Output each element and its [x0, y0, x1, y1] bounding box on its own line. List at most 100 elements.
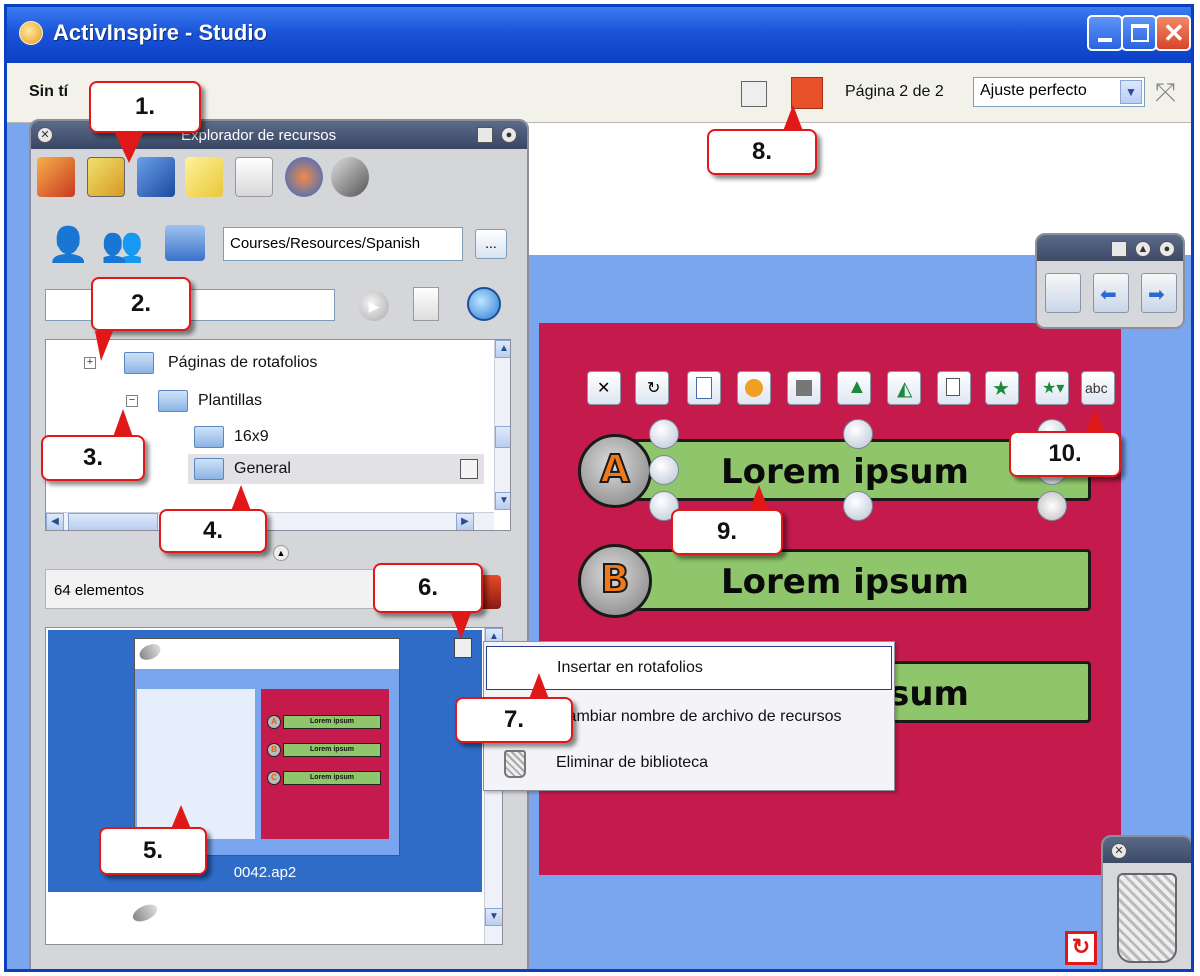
- toolbox-header[interactable]: ▲ ●: [1037, 235, 1183, 261]
- item-menu-icon[interactable]: [454, 638, 472, 658]
- folder-icon: [158, 390, 188, 412]
- resource-list[interactable]: A Lorem ipsum B Lorem ipsum C Lorem ipsu…: [45, 627, 503, 945]
- resource-item[interactable]: [48, 894, 482, 934]
- scroll-left-icon[interactable]: ◀: [46, 513, 64, 530]
- title-bar[interactable]: ActivInspire - Studio ✕: [7, 7, 1191, 63]
- callout-label: 7.: [503, 706, 524, 733]
- menu-icon[interactable]: [1111, 241, 1127, 257]
- selection-handle[interactable]: [649, 455, 679, 485]
- resource-path-field[interactable]: Courses/Resources/Spanish: [223, 227, 463, 261]
- network-resources-icon[interactable]: [165, 225, 205, 261]
- shared-resources-icon[interactable]: [87, 157, 125, 197]
- notes-icon[interactable]: [185, 157, 223, 197]
- scroll-right-icon[interactable]: ▶: [456, 513, 474, 530]
- pin-icon[interactable]: ●: [1159, 241, 1175, 257]
- flipchart-page[interactable]: ✕ ↻ ▲ ◭ ★ ★▾ abc Lorem ipsum A Lorem ips…: [539, 323, 1121, 875]
- page-list-icon[interactable]: [1045, 273, 1081, 313]
- my-resources-icon[interactable]: [37, 157, 75, 197]
- scroll-down-icon[interactable]: ▼: [495, 492, 510, 510]
- collapse-icon[interactable]: ▲: [1135, 241, 1151, 257]
- selection-handle[interactable]: [843, 419, 873, 449]
- pin-icon[interactable]: ●: [501, 127, 517, 143]
- duplicate-icon[interactable]: [937, 371, 971, 405]
- tree-item[interactable]: − Plantillas: [126, 386, 470, 416]
- properties-icon[interactable]: [235, 157, 273, 197]
- selection-handle[interactable]: [649, 419, 679, 449]
- callout-tail: [231, 485, 251, 511]
- spellcheck-label: abc: [1085, 380, 1108, 396]
- zoom-value: Ajuste perfecto: [980, 82, 1087, 99]
- callout-5: 5.: [99, 805, 207, 875]
- close-icon[interactable]: ✕: [37, 127, 53, 143]
- maximize-icon: [1131, 24, 1149, 42]
- mini-answer-letter: A: [267, 715, 281, 729]
- callout-label: 9.: [716, 518, 737, 545]
- minimize-icon: [1098, 38, 1112, 42]
- search-options-icon[interactable]: [413, 287, 439, 321]
- tree-scrollbar-horizontal[interactable]: ◀ ▶: [46, 512, 494, 530]
- spellcheck-icon[interactable]: abc: [1081, 371, 1115, 405]
- next-page-icon[interactable]: ➡: [1141, 273, 1177, 313]
- callout-10: 10.: [1009, 409, 1121, 477]
- maximize-button[interactable]: [1121, 15, 1157, 51]
- fullscreen-icon[interactable]: ⤧: [1155, 77, 1176, 109]
- flip-side-icon[interactable]: ◭: [887, 371, 921, 405]
- close-icon[interactable]: ✕: [1111, 843, 1127, 859]
- tree-item-selected[interactable]: General: [188, 454, 484, 484]
- reset-page-icon[interactable]: ↻: [1065, 931, 1097, 965]
- voice-record-icon[interactable]: [331, 157, 369, 197]
- answer-badge: B: [578, 544, 652, 618]
- selection-handle[interactable]: [843, 491, 873, 521]
- flip-up-icon[interactable]: ▲: [837, 371, 871, 405]
- menu-item-delete[interactable]: Eliminar de biblioteca: [486, 742, 892, 786]
- close-button[interactable]: ✕: [1155, 15, 1191, 51]
- callout-7: 7.: [455, 673, 573, 743]
- web-search-icon[interactable]: [467, 287, 501, 321]
- callout-tail: [113, 409, 133, 437]
- tree-item-label: General: [234, 460, 291, 477]
- scroll-down-icon[interactable]: ▼: [485, 908, 502, 926]
- activinspire-logo-icon: [130, 901, 160, 925]
- page-menu-icon[interactable]: [741, 81, 767, 107]
- tree-scrollbar-vertical[interactable]: ▲ ▼: [494, 340, 510, 510]
- layer-icon[interactable]: [787, 371, 821, 405]
- tree-item[interactable]: + Páginas de rotafolios: [84, 348, 472, 378]
- splitter-toggle-icon[interactable]: ▲: [273, 545, 289, 561]
- fill-icon[interactable]: [737, 371, 771, 405]
- actions-icon[interactable]: [285, 157, 323, 197]
- callout-9: 9.: [671, 485, 783, 555]
- previous-page-icon[interactable]: ⬅: [1093, 273, 1129, 313]
- zoom-select[interactable]: Ajuste perfecto ▼: [973, 77, 1145, 107]
- document-tab[interactable]: Sin tí: [29, 83, 68, 101]
- star-down-icon[interactable]: ★▾: [1035, 371, 1069, 405]
- menu-icon[interactable]: [687, 371, 721, 405]
- my-resources-user-icon[interactable]: 👤: [47, 225, 89, 265]
- mini-answer-text: Lorem ipsum: [283, 715, 381, 729]
- callout-2: 2.: [91, 277, 191, 361]
- minimize-button[interactable]: [1087, 15, 1123, 51]
- callout-label: 3.: [82, 444, 103, 471]
- scroll-thumb[interactable]: [68, 513, 158, 530]
- tree-item-label: Páginas de rotafolios: [168, 354, 318, 371]
- search-go-icon[interactable]: ▶: [359, 291, 389, 321]
- trash-icon[interactable]: [1117, 873, 1177, 963]
- answer-badge: A: [578, 434, 652, 508]
- answer-row[interactable]: Lorem ipsum B: [578, 544, 1091, 618]
- shared-resources-users-icon[interactable]: 👥: [101, 225, 143, 265]
- star-up-icon[interactable]: ★: [985, 371, 1019, 405]
- collapse-icon[interactable]: −: [126, 395, 138, 407]
- chevron-down-icon[interactable]: ▼: [1120, 80, 1142, 104]
- callout-tail: [115, 133, 143, 163]
- delete-handle-icon[interactable]: [1037, 491, 1067, 521]
- item-menu-icon[interactable]: [460, 459, 478, 479]
- resize-icon[interactable]: ✕: [587, 371, 621, 405]
- scroll-up-icon[interactable]: ▲: [495, 340, 510, 358]
- rotate-icon[interactable]: ↻: [635, 371, 669, 405]
- browse-path-button[interactable]: ...: [475, 229, 507, 259]
- scroll-thumb[interactable]: [495, 426, 510, 448]
- tree-item[interactable]: 16x9: [194, 422, 444, 452]
- pages-icon[interactable]: [137, 157, 175, 197]
- mini-answer-letter: C: [267, 771, 281, 785]
- menu-icon[interactable]: [477, 127, 493, 143]
- callout-6: 6.: [373, 563, 483, 639]
